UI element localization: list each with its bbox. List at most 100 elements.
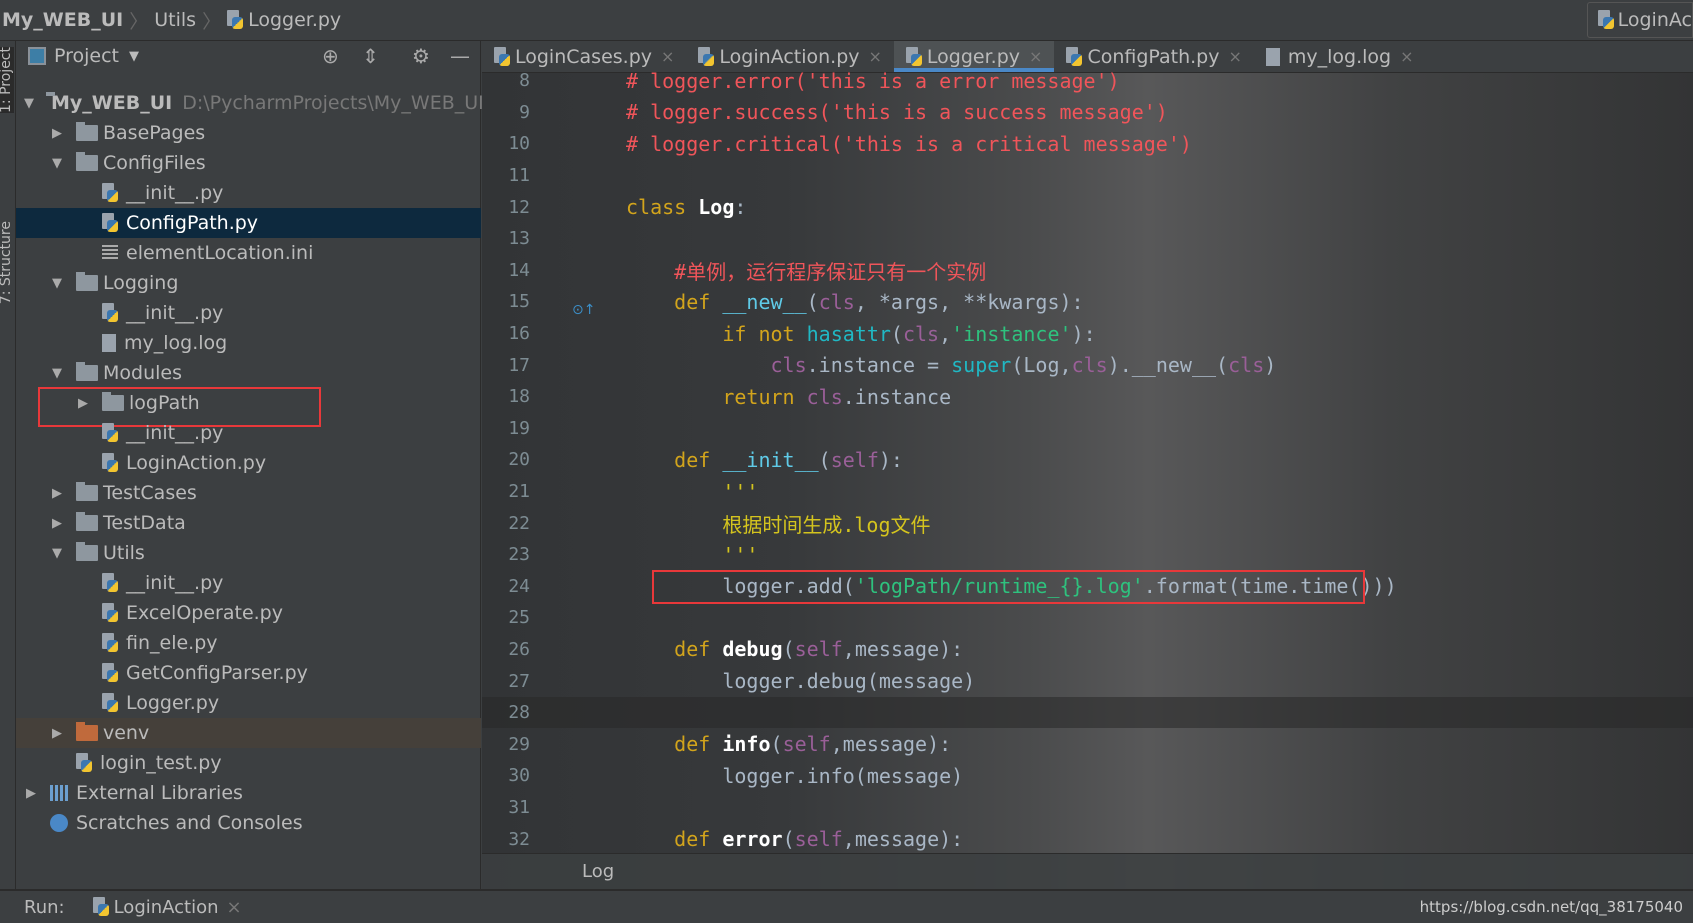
tree-item[interactable]: ▶ BasePages [16, 118, 481, 148]
tree-item[interactable]: ▼ Modules [16, 358, 481, 388]
breadcrumb-project[interactable]: My_WEB_UI [0, 9, 123, 31]
code-line[interactable]: 8 # logger.error('this is a error message… [482, 65, 1693, 97]
python-file-icon [102, 663, 118, 683]
tree-item[interactable]: __init__.py [16, 418, 481, 448]
line-number: 9 [519, 101, 530, 123]
code-text: ''' [626, 480, 758, 504]
tree-item-label: __init__.py [126, 302, 224, 324]
project-view-selector[interactable]: Project [54, 45, 119, 67]
breadcrumb-file[interactable]: Logger.py [248, 9, 341, 31]
code-line[interactable]: 25 [482, 602, 1693, 634]
tree-item[interactable]: ▶ logPath [16, 387, 481, 427]
close-tab-icon[interactable]: × [1228, 47, 1241, 66]
run-tab-loginaction[interactable]: LoginAction × [92, 897, 242, 918]
code-line[interactable]: 12 class Log: [482, 191, 1693, 223]
tree-item[interactable]: elementLocation.ini [16, 238, 481, 268]
code-line[interactable]: 30 logger.info(message) [482, 760, 1693, 792]
collapsed-arrow-icon[interactable]: ▶ [50, 486, 64, 501]
locate-icon[interactable]: ⊕ [322, 44, 339, 68]
tree-item[interactable]: login_test.py [16, 748, 481, 778]
code-line[interactable]: 26 def debug(self,message): [482, 634, 1693, 666]
gear-icon[interactable]: ⚙ [412, 44, 430, 68]
code-token: def [674, 827, 711, 852]
close-tab-icon[interactable]: × [1400, 47, 1413, 66]
code-line[interactable]: 28 [482, 696, 1693, 729]
expanded-arrow-icon[interactable]: ▼ [50, 366, 64, 381]
line-number: 26 [508, 638, 530, 660]
tree-item[interactable]: ▼ Utils [16, 538, 481, 568]
code-line[interactable]: 17 cls.instance = super(Log,cls).__new__… [482, 349, 1693, 381]
tree-item[interactable]: GetConfigParser.py [16, 658, 481, 688]
tree-item[interactable]: ▶ TestData [16, 508, 481, 538]
code-line[interactable]: 15 ⊙↑ def __new__(cls, *args, **kwargs): [482, 286, 1693, 318]
tree-item[interactable]: ▼ My_WEB_UI D:\PycharmProjects\My_WEB_UI [16, 88, 484, 118]
code-line[interactable]: 32 def error(self,message): [482, 823, 1693, 855]
collapsed-arrow-icon[interactable]: ▶ [50, 126, 64, 141]
close-tab-icon[interactable]: × [869, 47, 882, 66]
tree-item[interactable]: my_log.log [16, 328, 481, 358]
code-line[interactable]: 18 return cls.instance [482, 381, 1693, 413]
code-line[interactable]: 10 # logger.critical('this is a critical … [482, 128, 1693, 160]
collapsed-arrow-icon[interactable]: ▶ [50, 726, 64, 741]
collapsed-arrow-icon[interactable]: ▶ [50, 516, 64, 531]
code-line[interactable]: 9 # logger.success('this is a success mes… [482, 97, 1693, 129]
tree-item[interactable]: __init__.py [16, 568, 481, 598]
breadcrumb-utils[interactable]: Utils [154, 9, 196, 31]
close-tab-icon[interactable]: × [661, 47, 674, 66]
code-line[interactable]: 19 [482, 413, 1693, 445]
expanded-arrow-icon[interactable]: ▼ [24, 96, 34, 111]
collapsed-arrow-icon[interactable]: ▶ [24, 786, 38, 801]
code-token: 'instance' [951, 321, 1072, 346]
breadcrumb-separator: 〉 [129, 10, 149, 33]
code-area[interactable]: 8 # logger.error('this is a error message… [482, 65, 1693, 855]
code-line[interactable]: 22 根据时间生成.log文件 [482, 507, 1693, 539]
line-number: 20 [508, 449, 530, 471]
line-number: 15 [508, 291, 530, 313]
tree-item[interactable]: ▶ External Libraries [16, 778, 481, 808]
code-line[interactable]: 27 logger.debug(message) [482, 665, 1693, 697]
code-token: cls [1071, 353, 1108, 378]
tree-item[interactable]: __init__.py [16, 298, 481, 328]
tree-item[interactable]: fin_ele.py [16, 628, 481, 658]
code-line[interactable]: 23 ''' [482, 539, 1693, 571]
code-line[interactable]: 29 def info(self,message): [482, 728, 1693, 760]
tree-item[interactable]: ▼ ConfigFiles [16, 148, 481, 178]
python-file-icon [227, 10, 244, 30]
tree-item[interactable]: ▶ venv [16, 718, 481, 748]
structure-tool-tab[interactable]: 7: Structure [0, 221, 14, 304]
expanded-arrow-icon[interactable]: ▼ [50, 276, 64, 291]
tree-item-label: TestCases [103, 482, 197, 504]
code-line[interactable]: 16 if not hasattr(cls,'instance'): [482, 318, 1693, 350]
collapse-all-icon[interactable]: ⇕ [362, 44, 379, 68]
run-config-selector[interactable]: LoginAc [1587, 2, 1693, 38]
chevron-down-icon[interactable]: ▼ [129, 49, 139, 64]
code-line[interactable]: 24 logger.add('logPath/runtime_{}.log'.f… [482, 569, 1693, 604]
tree-item[interactable]: ExcelOperate.py [16, 598, 481, 628]
tree-item[interactable]: ConfigPath.py [16, 208, 481, 238]
code-line[interactable]: 21 ''' [482, 476, 1693, 508]
overrides-method-icon[interactable]: ⊙↑ [572, 302, 595, 318]
close-icon[interactable]: × [227, 897, 242, 918]
code-line[interactable]: 20 def __init__(self): [482, 444, 1693, 476]
code-token: def [674, 289, 711, 314]
code-text: def info(self,message): [626, 732, 951, 756]
expanded-arrow-icon[interactable]: ▼ [50, 546, 64, 561]
tree-item[interactable]: Logger.py [16, 688, 481, 718]
code-line[interactable]: 14 #单例，运行程序保证只有一个实例 [482, 255, 1693, 287]
breadcrumb-class-log[interactable]: Log [582, 861, 614, 882]
tree-item[interactable]: ▶ TestCases [16, 478, 481, 508]
tree-item[interactable]: ▼ Logging [16, 268, 481, 298]
code-line[interactable]: 11 [482, 160, 1693, 192]
hide-icon[interactable]: — [450, 44, 470, 68]
tree-item[interactable]: LoginAction.py [16, 448, 481, 478]
expanded-arrow-icon[interactable]: ▼ [50, 156, 64, 171]
code-line[interactable]: 31 [482, 792, 1693, 824]
code-line[interactable]: 13 [482, 223, 1693, 255]
tree-item[interactable]: __init__.py [16, 178, 481, 208]
tree-item[interactable]: Scratches and Consoles [16, 808, 481, 838]
project-tool-tab[interactable]: 1: Project [0, 47, 14, 113]
close-tab-icon[interactable]: × [1029, 47, 1042, 66]
